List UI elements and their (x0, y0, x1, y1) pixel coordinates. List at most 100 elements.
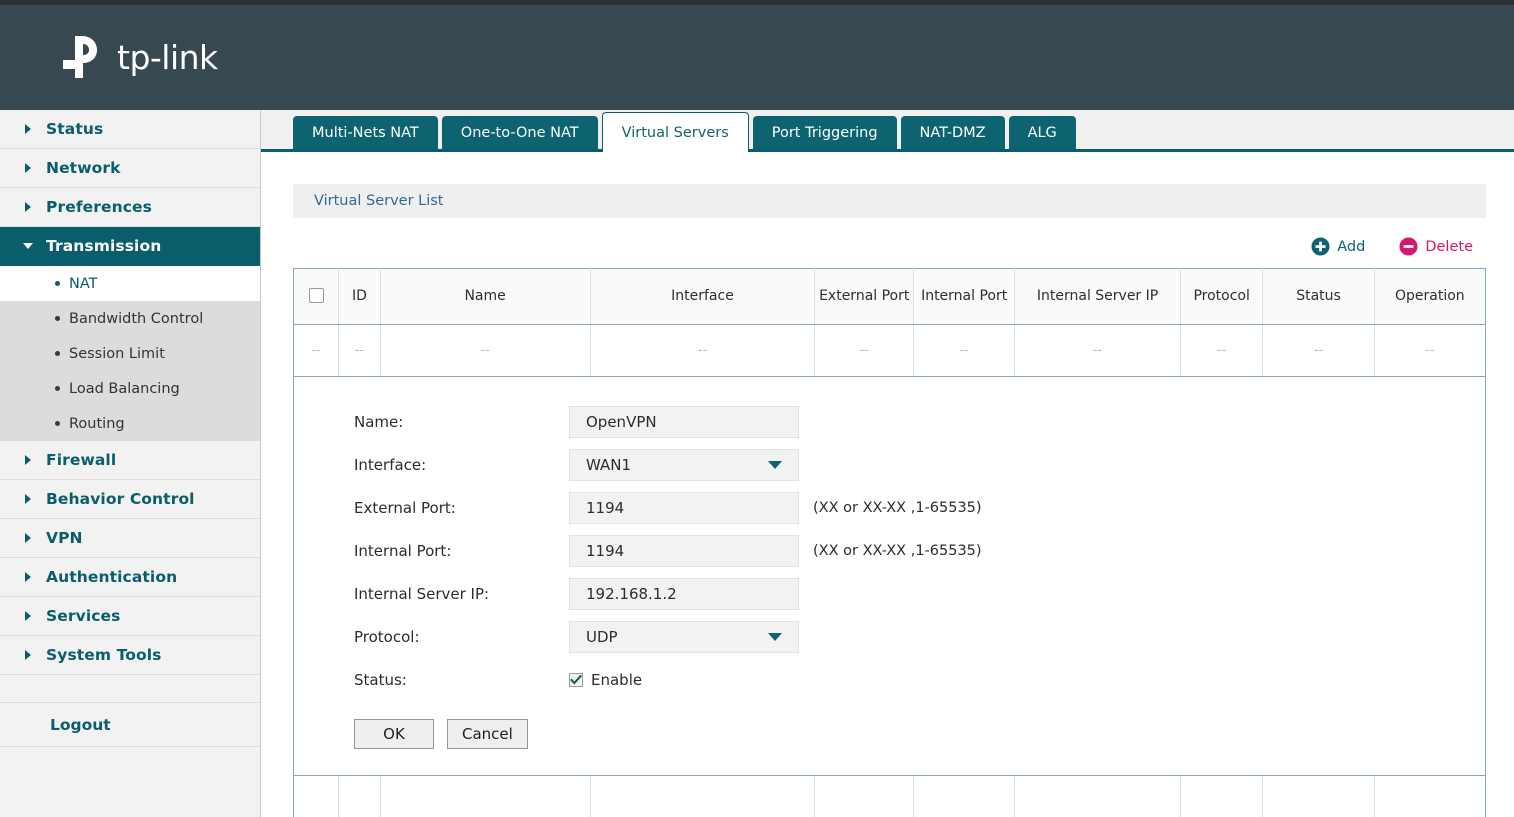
enable-label: Enable (591, 671, 642, 689)
tab-one-to-one-nat[interactable]: One-to-One NAT (442, 116, 598, 149)
chevron-right-icon (22, 201, 34, 213)
internal-port-label: Internal Port: (354, 542, 569, 560)
sidebar-item-services[interactable]: Services (0, 597, 260, 636)
sidebar-item-authentication[interactable]: Authentication (0, 558, 260, 597)
form-buttons: OK Cancel (354, 719, 1485, 749)
chevron-right-icon (22, 162, 34, 174)
interface-selected-value: WAN1 (586, 456, 631, 474)
tab-bar: Multi-Nets NAT One-to-One NAT Virtual Se… (261, 110, 1514, 152)
protocol-label: Protocol: (354, 628, 569, 646)
delete-button[interactable]: Delete (1399, 237, 1473, 256)
cancel-button[interactable]: Cancel (447, 719, 528, 749)
content-area: Multi-Nets NAT One-to-One NAT Virtual Se… (261, 110, 1514, 817)
chevron-right-icon (22, 454, 34, 466)
protocol-selected-value: UDP (586, 628, 618, 646)
tab-virtual-servers[interactable]: Virtual Servers (602, 112, 749, 152)
tab-alg[interactable]: ALG (1009, 116, 1076, 149)
sidebar-subitem-routing[interactable]: Routing (0, 406, 260, 441)
sidebar-item-label: System Tools (46, 646, 162, 664)
sidebar-subitem-bandwidth-control[interactable]: Bandwidth Control (0, 301, 260, 336)
name-input[interactable]: OpenVPN (569, 406, 799, 438)
form-field-interface: Interface: WAN1 (354, 448, 1485, 482)
cell-protocol: -- (1180, 325, 1262, 377)
sidebar-item-label: Transmission (46, 237, 161, 255)
enable-checkbox[interactable]: Enable (569, 671, 642, 689)
bullet-icon (55, 316, 60, 321)
external-port-input[interactable]: 1194 (569, 492, 799, 524)
external-port-hint: (XX or XX-XX ,1-65535) (813, 500, 982, 516)
sidebar-subitem-label: Session Limit (69, 346, 165, 362)
edit-form-cell: Name: OpenVPN Interface: WAN1 (294, 377, 1486, 776)
sidebar-item-transmission[interactable]: Transmission (0, 227, 260, 266)
sidebar-subitem-nat[interactable]: NAT (0, 266, 260, 301)
cell-internal-server-ip: -- (1015, 325, 1181, 377)
bullet-icon (55, 386, 60, 391)
form-field-external-port: External Port: 1194 (XX or XX-XX ,1-6553… (354, 491, 1485, 525)
sidebar-subitem-label: Routing (69, 416, 125, 432)
sidebar-item-label: Firewall (46, 451, 116, 469)
form-field-protocol: Protocol: UDP (354, 620, 1485, 654)
sidebar-item-preferences[interactable]: Preferences (0, 188, 260, 227)
sidebar-item-behavior-control[interactable]: Behavior Control (0, 480, 260, 519)
add-button[interactable]: Add (1311, 237, 1365, 256)
chevron-right-icon (22, 532, 34, 544)
column-header-internal-port: Internal Port (914, 269, 1015, 325)
minus-circle-icon (1399, 237, 1418, 256)
chevron-right-icon (22, 610, 34, 622)
cell-select (294, 776, 339, 817)
column-header-operation: Operation (1374, 269, 1485, 325)
sidebar-item-system-tools[interactable]: System Tools (0, 636, 260, 675)
sidebar-subitem-label: Bandwidth Control (69, 311, 203, 327)
sidebar-item-firewall[interactable]: Firewall (0, 441, 260, 480)
sidebar-item-label: Preferences (46, 198, 152, 216)
sidebar-item-label: Behavior Control (46, 490, 195, 508)
cell-id (339, 776, 380, 817)
chevron-down-icon (768, 633, 782, 641)
sidebar-subitem-session-limit[interactable]: Session Limit (0, 336, 260, 371)
cell-name: -- (380, 325, 590, 377)
cell-select: -- (294, 325, 339, 377)
panel-title: Virtual Server List (293, 184, 1486, 218)
sidebar-item-vpn[interactable]: VPN (0, 519, 260, 558)
brand-name: tp-link (117, 38, 218, 77)
select-all-checkbox[interactable] (309, 288, 324, 303)
table-header-row: ID Name Interface External Port Internal… (294, 269, 1486, 325)
sidebar-item-label: Authentication (46, 568, 177, 586)
ok-button[interactable]: OK (354, 719, 434, 749)
tab-port-triggering[interactable]: Port Triggering (753, 116, 897, 149)
cell-interface: -- (590, 325, 815, 377)
column-header-interface: Interface (590, 269, 815, 325)
plus-circle-icon (1311, 237, 1330, 256)
column-header-id: ID (339, 269, 380, 325)
tab-nat-dmz[interactable]: NAT-DMZ (901, 116, 1005, 149)
chevron-down-icon (22, 240, 34, 252)
internal-server-ip-input[interactable]: 192.168.1.2 (569, 578, 799, 610)
column-header-name: Name (380, 269, 590, 325)
sidebar-item-label: Services (46, 607, 120, 625)
column-header-internal-server-ip: Internal Server IP (1015, 269, 1181, 325)
internal-port-input[interactable]: 1194 (569, 535, 799, 567)
brand-logo[interactable]: tp-link (58, 33, 218, 81)
bullet-icon (55, 421, 60, 426)
sidebar-divider (0, 675, 260, 703)
add-label: Add (1337, 239, 1365, 255)
interface-select[interactable]: WAN1 (569, 449, 799, 481)
cell-id: -- (339, 325, 380, 377)
cell-internal-port (914, 776, 1015, 817)
chevron-down-icon (768, 461, 782, 469)
sidebar-item-network[interactable]: Network (0, 149, 260, 188)
bullet-icon (55, 351, 60, 356)
form-field-internal-server-ip: Internal Server IP: 192.168.1.2 (354, 577, 1485, 611)
column-header-external-port: External Port (815, 269, 914, 325)
sidebar-item-status[interactable]: Status (0, 110, 260, 149)
column-header-protocol: Protocol (1180, 269, 1262, 325)
cell-status (1263, 776, 1374, 817)
sidebar-subitem-label: Load Balancing (69, 381, 180, 397)
virtual-server-edit-form: Name: OpenVPN Interface: WAN1 (294, 377, 1485, 775)
tab-multi-nets-nat[interactable]: Multi-Nets NAT (293, 116, 438, 149)
sidebar-subitem-load-balancing[interactable]: Load Balancing (0, 371, 260, 406)
logout-button[interactable]: Logout (0, 703, 260, 747)
name-label: Name: (354, 413, 569, 431)
sidebar: Status Network Preferences Transmission … (0, 110, 261, 817)
protocol-select[interactable]: UDP (569, 621, 799, 653)
